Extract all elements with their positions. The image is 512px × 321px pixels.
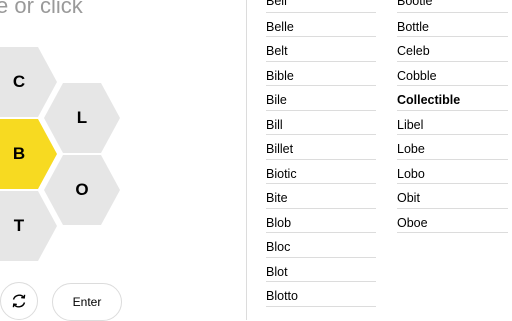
- found-word: Bite: [266, 184, 376, 209]
- found-word: Collectible: [397, 86, 508, 111]
- found-word: Blot: [266, 258, 376, 282]
- word-list-column-1: Bell Belle Belt Bible Bile Bill Billet Biotic Bi…: [266, 0, 376, 307]
- word-input-placeholder[interactable]: e or click: [0, 0, 83, 19]
- found-word: Lobe: [397, 135, 508, 160]
- enter-button[interactable]: Enter: [52, 283, 122, 321]
- found-word: Billet: [266, 135, 376, 160]
- hive-cell-t[interactable]: T: [0, 191, 57, 261]
- found-word: Libel: [397, 111, 508, 135]
- refresh-icon: [12, 294, 26, 308]
- found-word: Bible: [266, 62, 376, 86]
- found-word: Celeb: [397, 37, 508, 62]
- found-word: Blotto: [266, 282, 376, 307]
- found-word: Bile: [266, 86, 376, 111]
- found-word: Bell: [266, 0, 376, 13]
- found-word: Blob: [266, 209, 376, 233]
- found-word: Bottle: [397, 13, 508, 37]
- found-word: Biotic: [266, 160, 376, 184]
- found-word: Bootie: [397, 0, 508, 13]
- shuffle-button[interactable]: [0, 282, 38, 320]
- found-word: Bloc: [266, 233, 376, 258]
- found-word: Obit: [397, 184, 508, 209]
- found-word: Belt: [266, 37, 376, 62]
- found-word: Belle: [266, 13, 376, 37]
- hive-letter-t: T: [13, 216, 25, 235]
- word-list-column-2: Bootie Bottle Celeb Cobble Collectible Libel L…: [397, 0, 508, 233]
- found-word: Bill: [266, 111, 376, 135]
- found-word: Cobble: [397, 62, 508, 86]
- found-word: Oboe: [397, 209, 508, 233]
- panel-divider: [246, 0, 247, 320]
- found-word: Lobo: [397, 160, 508, 184]
